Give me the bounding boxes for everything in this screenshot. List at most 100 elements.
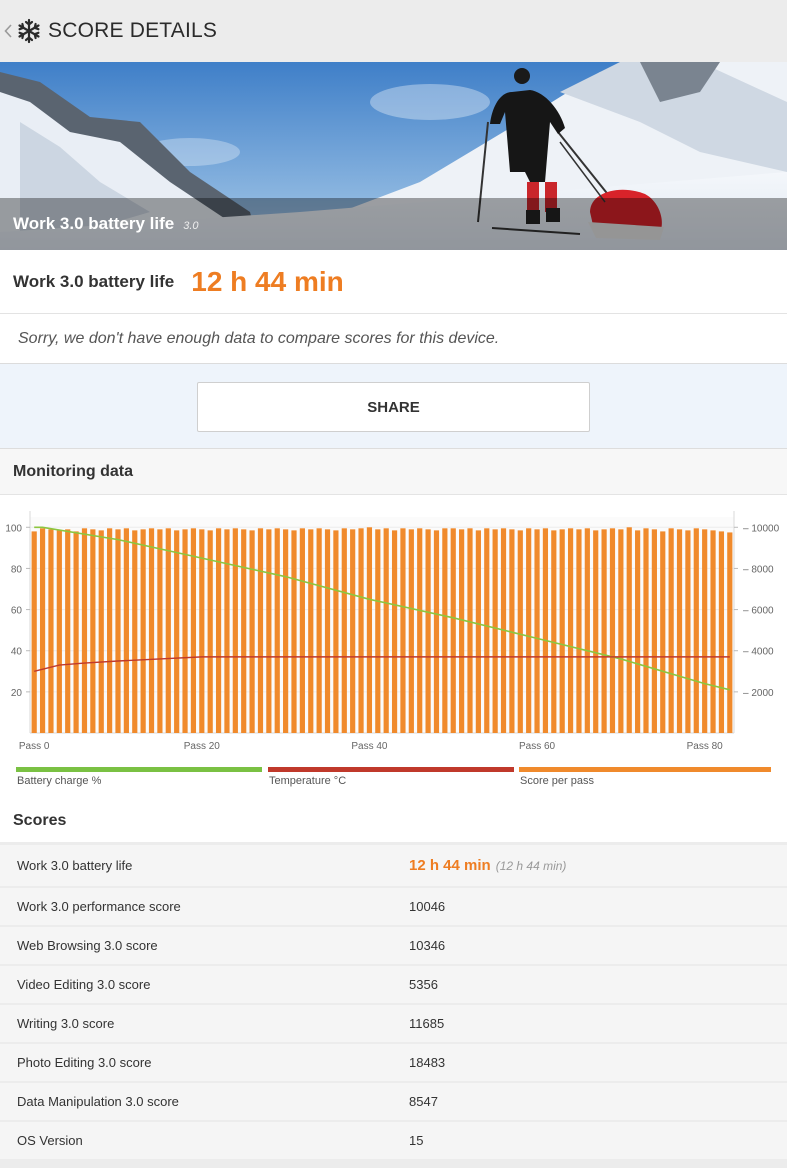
- score-bar: [232, 528, 238, 733]
- score-bar: [324, 529, 331, 733]
- score-bar: [241, 529, 247, 733]
- score-bar: [609, 528, 616, 733]
- score-bar: [626, 527, 632, 733]
- chevron-left-icon[interactable]: [4, 21, 14, 41]
- table-row: OS Version 15: [0, 1122, 787, 1159]
- score-bar: [576, 529, 582, 733]
- scores-table: Work 3.0 battery life 12 h 44 min (12 h …: [0, 845, 787, 1161]
- score-bar: [668, 528, 674, 733]
- snowflake-icon: [16, 18, 42, 44]
- left-tick-label: 100: [5, 523, 22, 534]
- score-bar: [157, 529, 163, 733]
- score-bar: [693, 528, 699, 733]
- score-bar: [224, 529, 230, 733]
- score-bar: [425, 529, 431, 733]
- share-area: SHARE: [0, 364, 787, 448]
- score-bar: [484, 528, 490, 733]
- score-bar: [65, 529, 71, 733]
- score-bar: [408, 529, 414, 733]
- score-bar: [266, 529, 272, 733]
- score-bar: [81, 528, 88, 733]
- score-bar: [98, 530, 104, 733]
- score-bar: [190, 528, 197, 733]
- score-bar: [249, 530, 255, 733]
- left-tick-label: 80: [11, 564, 23, 575]
- score-bar: [383, 528, 389, 733]
- score-bar: [132, 530, 138, 733]
- score-value: 10046: [409, 899, 446, 914]
- table-row: Data Manipulation 3.0 score 8547: [0, 1083, 787, 1120]
- score-bar: [442, 528, 448, 733]
- right-tick-label: – 6000: [743, 606, 774, 617]
- score-bar: [358, 528, 364, 733]
- x-tick-label: Pass 80: [687, 741, 724, 752]
- score-bar: [148, 528, 155, 733]
- legend-swatch-score: [519, 767, 771, 772]
- hero-caption: Work 3.0 battery life 3.0: [0, 198, 787, 250]
- score-bar: [291, 530, 297, 733]
- score-bar: [123, 528, 129, 733]
- score-bar: [283, 529, 289, 733]
- score-value: 5356: [409, 977, 438, 992]
- score-bar: [459, 529, 465, 733]
- scores-header: Scores: [0, 800, 787, 842]
- legend-swatch-battery: [16, 767, 262, 772]
- score-bar: [526, 528, 532, 733]
- x-tick-label: Pass 40: [351, 741, 388, 752]
- page-title: SCORE DETAILS: [48, 19, 218, 42]
- score-bar: [333, 530, 339, 733]
- left-tick-label: 60: [11, 606, 23, 617]
- score-bar: [274, 528, 280, 733]
- score-bar: [391, 530, 398, 733]
- score-bar: [199, 529, 205, 733]
- score-name: Photo Editing 3.0 score: [17, 1055, 152, 1070]
- score-bar: [308, 529, 314, 733]
- score-bar: [433, 530, 440, 733]
- score-bar: [366, 527, 373, 733]
- legend-swatch-temperature: [268, 767, 514, 772]
- score-summary: Work 3.0 battery life 12 h 44 min: [0, 250, 787, 314]
- score-bar: [140, 529, 146, 733]
- score-bar: [710, 530, 716, 733]
- score-bar: [417, 528, 423, 733]
- score-bar: [676, 529, 683, 733]
- score-bar: [542, 528, 549, 733]
- score-bar: [450, 528, 456, 733]
- legend-label-battery: Battery charge %: [17, 775, 102, 787]
- legend-temperature: Temperature °C: [268, 767, 514, 791]
- score-value: 15: [409, 1133, 424, 1148]
- score-bar: [174, 530, 180, 733]
- score-bar: [685, 530, 691, 733]
- table-row: Work 3.0 battery life 12 h 44 min (12 h …: [0, 845, 787, 886]
- score-value: 12 h 44 min: [191, 265, 344, 297]
- score-bar: [593, 530, 599, 733]
- hero-version: 3.0: [183, 219, 199, 232]
- score-bar: [517, 530, 523, 733]
- score-bar: [299, 528, 305, 733]
- legend-battery: Battery charge %: [16, 767, 262, 791]
- right-tick-label: – 8000: [743, 564, 774, 575]
- score-name: OS Version: [17, 1133, 83, 1148]
- score-bar: [618, 529, 624, 733]
- score-bar: [90, 529, 96, 733]
- score-name: Work 3.0 performance score: [17, 899, 181, 914]
- score-bar: [584, 528, 590, 733]
- score-bar: [567, 528, 574, 733]
- share-button[interactable]: SHARE: [197, 382, 590, 432]
- score-bar: [534, 529, 540, 733]
- score-name: Data Manipulation 3.0 score: [17, 1094, 179, 1109]
- compare-note: Sorry, we don't have enough data to comp…: [0, 314, 787, 364]
- legend-label-temperature: Temperature °C: [269, 775, 347, 787]
- score-name: Web Browsing 3.0 score: [17, 938, 158, 953]
- table-row: Web Browsing 3.0 score 10346: [0, 927, 787, 964]
- top-bar: SCORE DETAILS: [0, 0, 787, 62]
- score-value: 8547: [409, 1094, 438, 1109]
- legend-label-score: Score per pass: [520, 775, 594, 787]
- score-bar: [375, 529, 381, 733]
- monitoring-header: Monitoring data: [0, 448, 787, 495]
- left-tick-label: 40: [11, 647, 23, 658]
- hero-title: Work 3.0 battery life: [13, 214, 175, 233]
- score-value: 18483: [409, 1055, 446, 1070]
- score-bar: [475, 530, 481, 733]
- score-bar: [718, 531, 725, 733]
